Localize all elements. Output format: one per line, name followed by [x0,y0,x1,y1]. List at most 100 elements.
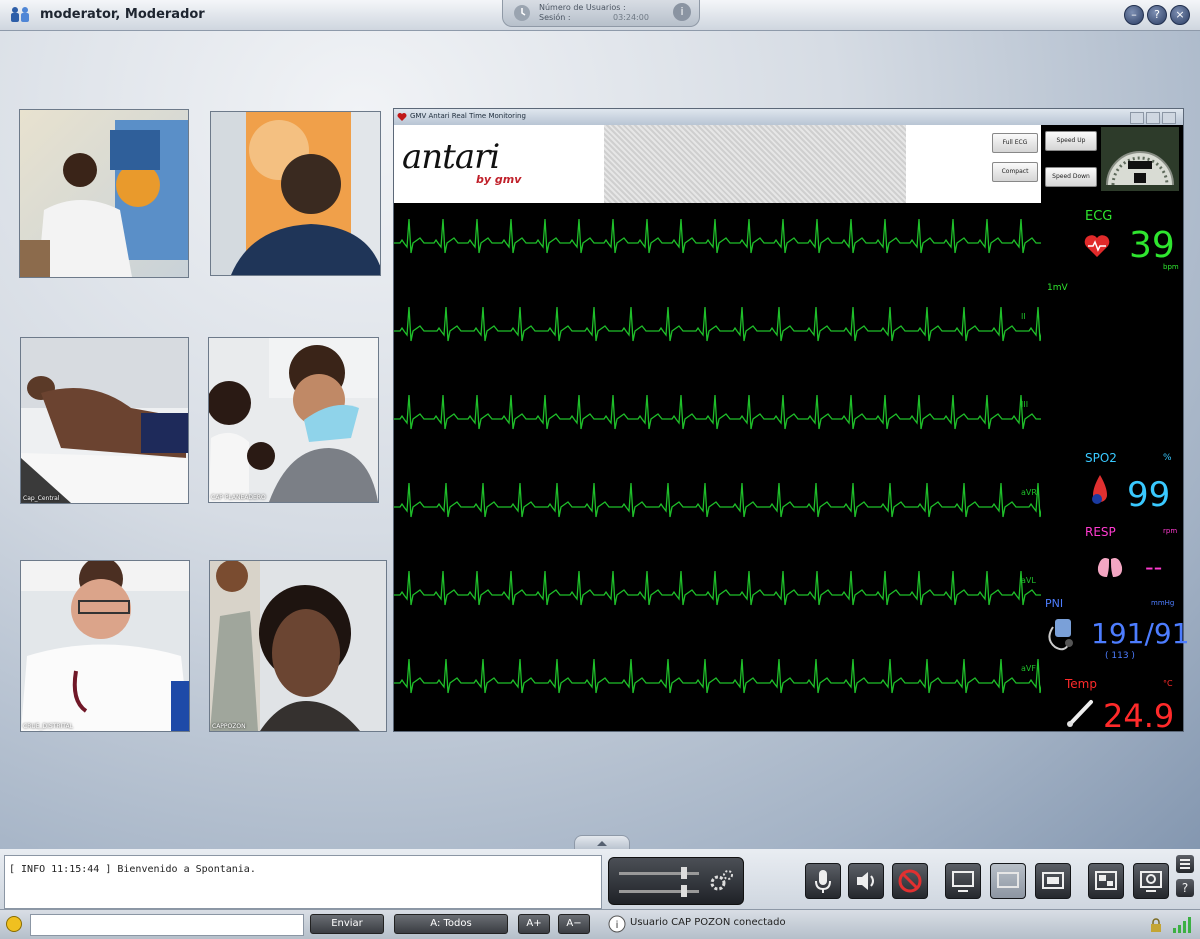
chevron-up-icon [597,841,607,846]
side-toolbar: ? [1176,855,1194,909]
nibp-unit: mmHg [1151,599,1175,607]
gmv-logo: by gmv [476,173,522,186]
ecg-lead-label: aVR [1021,488,1037,497]
resp-label: RESP [1085,525,1116,539]
close-button[interactable]: × [1170,5,1190,25]
microphone-icon [815,870,831,893]
desktop-share-icon [952,871,974,892]
spo2-unit: % [1163,453,1172,463]
mic-slider-track[interactable] [619,872,699,875]
help-button[interactable]: ? [1147,5,1167,25]
collapse-handle[interactable] [574,835,630,850]
title-bar: moderator, Moderador Número de Usuarios … [0,0,1200,31]
resp-unit: rpm [1163,527,1178,535]
participant-image [20,120,188,277]
speed-down-button[interactable]: Speed Down [1045,167,1097,187]
speed-up-button[interactable]: Speed Up [1045,131,1097,151]
monitoring-window: GMV Antari Real Time Monitoring antari b… [393,108,1190,735]
recipient-select[interactable]: A: Todos [394,914,508,934]
antari-logo: antari [402,137,500,177]
menu-icon [1180,859,1190,869]
settings-icon[interactable] [709,868,735,894]
speaker-button[interactable] [848,863,884,899]
vitals-panel: Speed Up Speed Down ECG 39 bpm 1mV SPO2 … [1041,125,1190,735]
status-message: Usuario CAP POZON conectado [630,917,786,928]
ecg-lead-label: II [1021,312,1026,321]
nibp-mean: ( 113 ) [1105,651,1135,661]
info-icon: i [608,915,626,933]
svg-text:i: i [616,920,619,931]
ecg-waveforms: II III aVR aVL aVF [394,203,1071,731]
full-ecg-button[interactable]: Full ECG [992,133,1038,153]
temp-value: 24.9 [1103,697,1175,735]
chat-input[interactable] [30,914,304,936]
menu-button[interactable] [1176,855,1194,873]
monitor-minimize-button[interactable] [1130,112,1144,124]
video-young-man[interactable] [210,111,381,276]
ecg-lead-trace [394,218,1071,254]
status-bar: Enviar A: Todos A+ A− i Usuario CAP POZO… [0,909,1200,939]
header-pattern [604,125,906,203]
video-group[interactable]: CAP PLANEADERO [208,337,379,503]
layout-button[interactable] [1088,863,1124,899]
ecg-lead-trace [394,394,1071,430]
record-icon [898,869,922,893]
thermometer-icon [1067,700,1093,727]
monitor-maximize-button[interactable] [1146,112,1160,124]
layout-icon [1095,871,1117,890]
temp-unit: °C [1163,679,1173,688]
speaker-slider-thumb[interactable] [681,885,687,897]
speaker-slider-track[interactable] [619,890,699,893]
record-button[interactable] [892,863,928,899]
signal-strength-icon [1173,917,1191,933]
monitor-header: antari by gmv Full ECG Compact [394,125,1041,203]
font-decrease-button[interactable]: A− [558,914,590,934]
emoticon-icon[interactable] [6,916,22,932]
video-doctor-2[interactable]: CRUE_DISTRITAL [20,560,190,732]
ecg-scale: 1mV [1047,283,1068,293]
monitor-title: GMV Antari Real Time Monitoring [410,112,526,120]
ecg-unit: bpm [1163,263,1179,271]
monitor-close-button[interactable] [1162,112,1176,124]
volume-sliders [608,857,744,905]
whiteboard-button[interactable] [1035,863,1071,899]
session-time: 03:24:00 [613,13,649,22]
microphone-button[interactable] [805,863,841,899]
presentation-icon [997,872,1019,888]
video-caption: CAP PLANEADERO [211,494,266,501]
compact-button[interactable]: Compact [992,162,1038,182]
ecg-traces: IIIIIaVRaVLaVF [394,218,1071,694]
font-increase-button[interactable]: A+ [518,914,550,934]
send-button[interactable]: Enviar [310,914,384,934]
nibp-label: PNI [1045,597,1064,610]
lungs-oxygen-icon [1092,475,1107,504]
video-doctor-1[interactable] [19,109,189,278]
log-panel: [ INFO 11:15:44 ] Bienvenido a Spontania… [4,855,602,909]
share-desktop-button[interactable] [945,863,981,899]
speed-gauge-icon [1101,127,1179,191]
spo2-label: SPO2 [1085,451,1117,465]
whiteboard-icon [1042,872,1064,889]
presentation-button[interactable] [990,863,1026,899]
info-icon[interactable]: i [673,3,691,21]
mic-slider-thumb[interactable] [681,867,687,879]
minimize-button[interactable]: – [1124,5,1144,25]
ecg-label: ECG [1085,209,1113,224]
video-caption: Cap_Central [23,495,60,502]
lock-icon [1151,918,1161,932]
participant-image [21,561,189,731]
ecg-value: 39 [1129,225,1175,266]
video-woman[interactable]: CAPPOZON [209,560,387,732]
participant-image [209,338,378,502]
search-button[interactable] [1133,863,1169,899]
video-patient[interactable]: Cap_Central [20,337,189,504]
ecg-lead-label: aVL [1021,576,1036,585]
ecg-lead-label: aVF [1021,664,1036,673]
help-question-button[interactable]: ? [1176,879,1194,897]
temp-label: Temp [1065,677,1097,691]
ecg-lead-trace [394,482,1054,518]
session-label: Sesión : [539,13,571,22]
video-caption: CRUE_DISTRITAL [23,723,73,730]
users-icon [11,7,29,22]
ecg-lead-trace [394,658,1054,694]
